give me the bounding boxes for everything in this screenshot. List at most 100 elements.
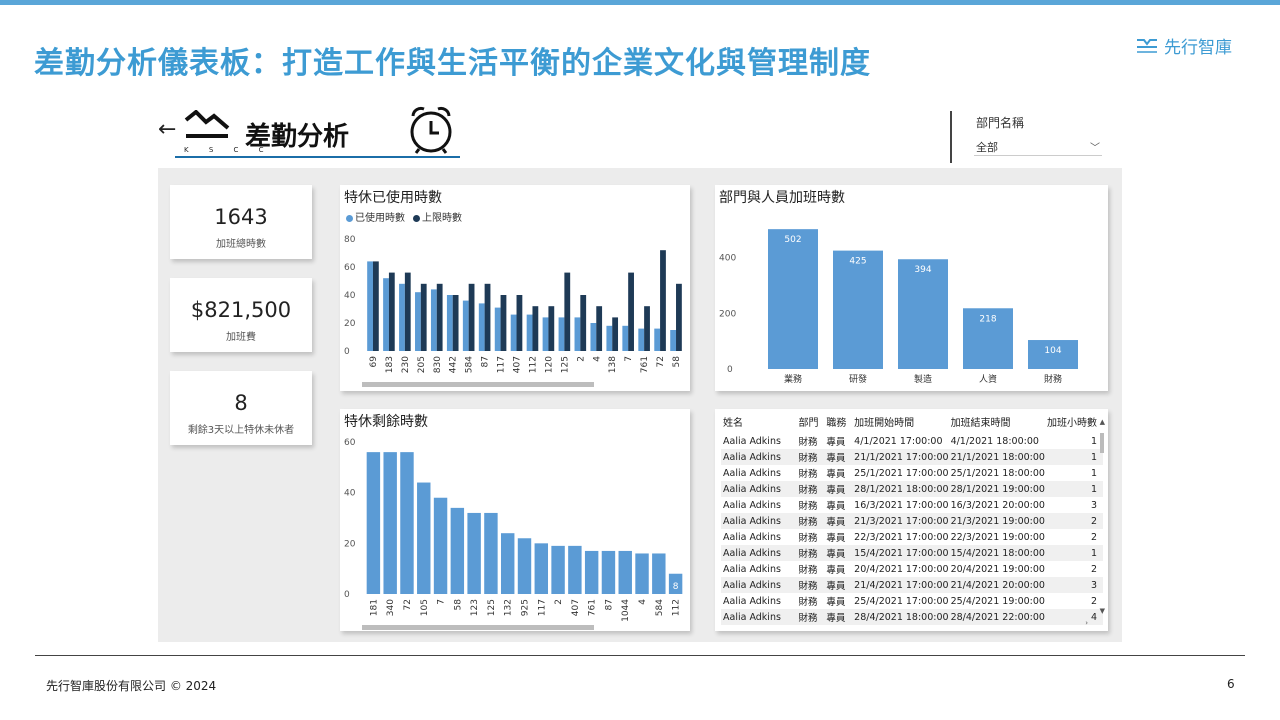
table-row[interactable]: Aalia Adkins 財務 專員 28/4/2021 18:00:00 28/4/2… — [721, 609, 1103, 625]
bar-used — [638, 328, 645, 351]
table-cell: 財務 — [798, 533, 818, 544]
horizontal-scrollbar[interactable] — [362, 625, 594, 630]
overtime-detail-table: 姓名 部門 職務 加班開始時間 加班結束時間 加班小時數 Aalia Adkin… — [721, 409, 1103, 625]
table-row[interactable]: Aalia Adkins 財務 專員 21/4/2021 17:00:00 21/4/2… — [721, 577, 1103, 593]
bar-dept-overtime — [768, 229, 818, 369]
column-header-start[interactable]: 加班開始時間 — [852, 409, 948, 433]
bar-remaining — [383, 452, 397, 594]
back-arrow-icon[interactable]: ← — [158, 117, 176, 142]
bar-remaining — [467, 512, 481, 594]
leave-remaining-chart-card[interactable]: 特休剩餘時數 60 40 20 0 181 340 72 105 7 58 123 125 132 925… — [340, 409, 690, 631]
dept-overtime-chart-card[interactable]: 部門與人員加班時數 400 200 0 502 業務 425 研發 394 製造 218 人資 104… — [715, 185, 1108, 391]
y-tick-label: 20 — [344, 319, 356, 329]
table-cell: 財務 — [798, 565, 818, 576]
table-cell: 專員 — [826, 437, 846, 448]
x-tick-label: 407 — [513, 356, 523, 373]
table-row[interactable]: Aalia Adkins 財務 專員 28/1/2021 18:00:00 28/1/2… — [721, 481, 1103, 497]
column-header-hours[interactable]: 加班小時數 — [1045, 409, 1103, 433]
bar-limit — [420, 283, 427, 351]
table-cell: 1 — [1090, 435, 1097, 447]
table-cell: 財務 — [796, 481, 825, 497]
table-cell: 3 — [1090, 499, 1097, 511]
x-tick-label: 4 — [638, 599, 648, 605]
bar-limit — [676, 283, 682, 351]
bar-limit — [596, 306, 603, 351]
bar-used — [654, 328, 661, 351]
bar-used — [383, 278, 389, 351]
y-tick-label: 400 — [719, 254, 736, 264]
y-tick-label: 0 — [344, 347, 350, 357]
x-tick-label: 1044 — [621, 599, 631, 622]
leave-used-chart-card[interactable]: 特休已使用時數 已使用時數 上限時數 80 60 40 20 0 69 183 230 205 8… — [340, 185, 690, 391]
y-tick-label: 60 — [344, 263, 356, 273]
kpi-card-overtime-hours[interactable]: 1643 加班總時數 — [170, 185, 312, 259]
table-row[interactable]: Aalia Adkins 財務 專員 21/3/2021 17:00:00 21/3/2… — [721, 513, 1103, 529]
table-cell: Aalia Adkins — [721, 577, 797, 593]
table-row[interactable]: Aalia Adkins 財務 專員 15/4/2021 17:00:00 15/4/2… — [721, 545, 1103, 561]
table-cell: 25/4/2021 17:00:00 — [854, 595, 949, 607]
bar-limit — [580, 295, 587, 351]
table-cell: Aalia Adkins — [721, 449, 797, 465]
bar-used — [430, 289, 437, 351]
y-tick-label: 20 — [344, 539, 356, 549]
bar-used — [399, 283, 405, 351]
table-row[interactable]: Aalia Adkins 財務 專員 25/1/2021 17:00:00 25/1/2… — [721, 465, 1103, 481]
bar-value-label: 104 — [1044, 346, 1061, 356]
bar-remaining — [366, 452, 381, 594]
table-cell: 4 — [1045, 609, 1103, 625]
kpi-label: 剩餘3天以上特休未休者 — [187, 425, 295, 436]
bar-dept-overtime — [898, 259, 948, 369]
department-filter-value: 全部 — [976, 141, 998, 154]
table-row[interactable]: Aalia Adkins 財務 專員 20/4/2021 17:00:00 20/4/2… — [721, 561, 1103, 577]
bar-used — [590, 323, 597, 351]
kpi-card-overtime-pay[interactable]: $821,500 加班費 — [170, 278, 312, 352]
table-row[interactable]: Aalia Adkins 財務 專員 4/1/2021 17:00:00 4/1/202… — [721, 433, 1103, 449]
header-divider — [950, 111, 952, 163]
scroll-up-icon[interactable]: ▲ — [1100, 418, 1105, 426]
column-header-name[interactable]: 姓名 — [721, 409, 797, 433]
bar-used — [558, 317, 565, 351]
title-underline — [175, 156, 460, 158]
bar-used — [367, 261, 373, 351]
bar-used — [462, 300, 469, 351]
x-tick-label: 123 — [470, 599, 480, 616]
bar-used — [622, 325, 629, 351]
kpi-card-unused-leave[interactable]: 8 剩餘3天以上特休未休者 — [170, 371, 312, 445]
table-row[interactable]: Aalia Adkins 財務 專員 16/3/2021 17:00:00 16/3/2… — [721, 497, 1103, 513]
chevron-down-icon[interactable]: ﹀ — [1090, 139, 1100, 154]
table-cell: 28/1/2021 19:00:00 — [948, 481, 1045, 497]
x-tick-label: 230 — [401, 356, 411, 373]
table-row[interactable]: Aalia Adkins 財務 專員 22/3/2021 17:00:00 22/3/2… — [721, 529, 1103, 545]
bar-limit — [372, 261, 379, 351]
page-number: 6 — [1227, 677, 1235, 691]
scroll-right-icon[interactable]: › — [1085, 619, 1088, 627]
report-canvas: 1643 加班總時數 $821,500 加班費 8 剩餘3天以上特休未休者 特休… — [158, 168, 1122, 642]
kpi-value: 1643 — [214, 205, 268, 229]
bar-value-label: 8 — [673, 582, 679, 592]
vertical-scrollbar[interactable] — [1100, 433, 1104, 453]
column-header-dept[interactable]: 部門 — [797, 409, 825, 433]
table-cell: 16/3/2021 17:00:00 — [854, 499, 949, 511]
table-cell: 21/1/2021 18:00:00 — [948, 449, 1045, 465]
horizontal-scrollbar[interactable] — [362, 382, 594, 387]
table-cell: 專員 — [826, 597, 846, 608]
table-row[interactable]: Aalia Adkins 財務 專員 25/4/2021 17:00:00 25/4/2… — [721, 593, 1103, 609]
table-cell: 2 — [1045, 513, 1103, 529]
bar-remaining — [635, 553, 649, 594]
x-tick-label: 132 — [504, 599, 514, 616]
x-tick-label: 584 — [465, 356, 475, 373]
x-tick-label: 117 — [497, 356, 507, 373]
table-cell: 20/4/2021 17:00:00 — [854, 563, 949, 575]
overtime-detail-table-card[interactable]: 姓名 部門 職務 加班開始時間 加班結束時間 加班小時數 Aalia Adkin… — [715, 409, 1108, 631]
table-cell: 財務 — [796, 513, 825, 529]
column-header-role[interactable]: 職務 — [824, 409, 852, 433]
x-tick-label: 761 — [588, 599, 598, 616]
x-tick-label: 研發 — [849, 373, 867, 385]
scroll-down-icon[interactable]: ▼ — [1100, 607, 1105, 615]
table-cell: Aalia Adkins — [723, 435, 781, 447]
bar-remaining — [601, 550, 616, 594]
column-header-end[interactable]: 加班結束時間 — [949, 409, 1045, 433]
x-tick-label: 7 — [437, 599, 447, 605]
department-filter-select[interactable]: 全部 ﹀ — [974, 134, 1102, 156]
table-row[interactable]: Aalia Adkins 財務 專員 21/1/2021 17:00:00 21/1/2… — [721, 449, 1103, 465]
